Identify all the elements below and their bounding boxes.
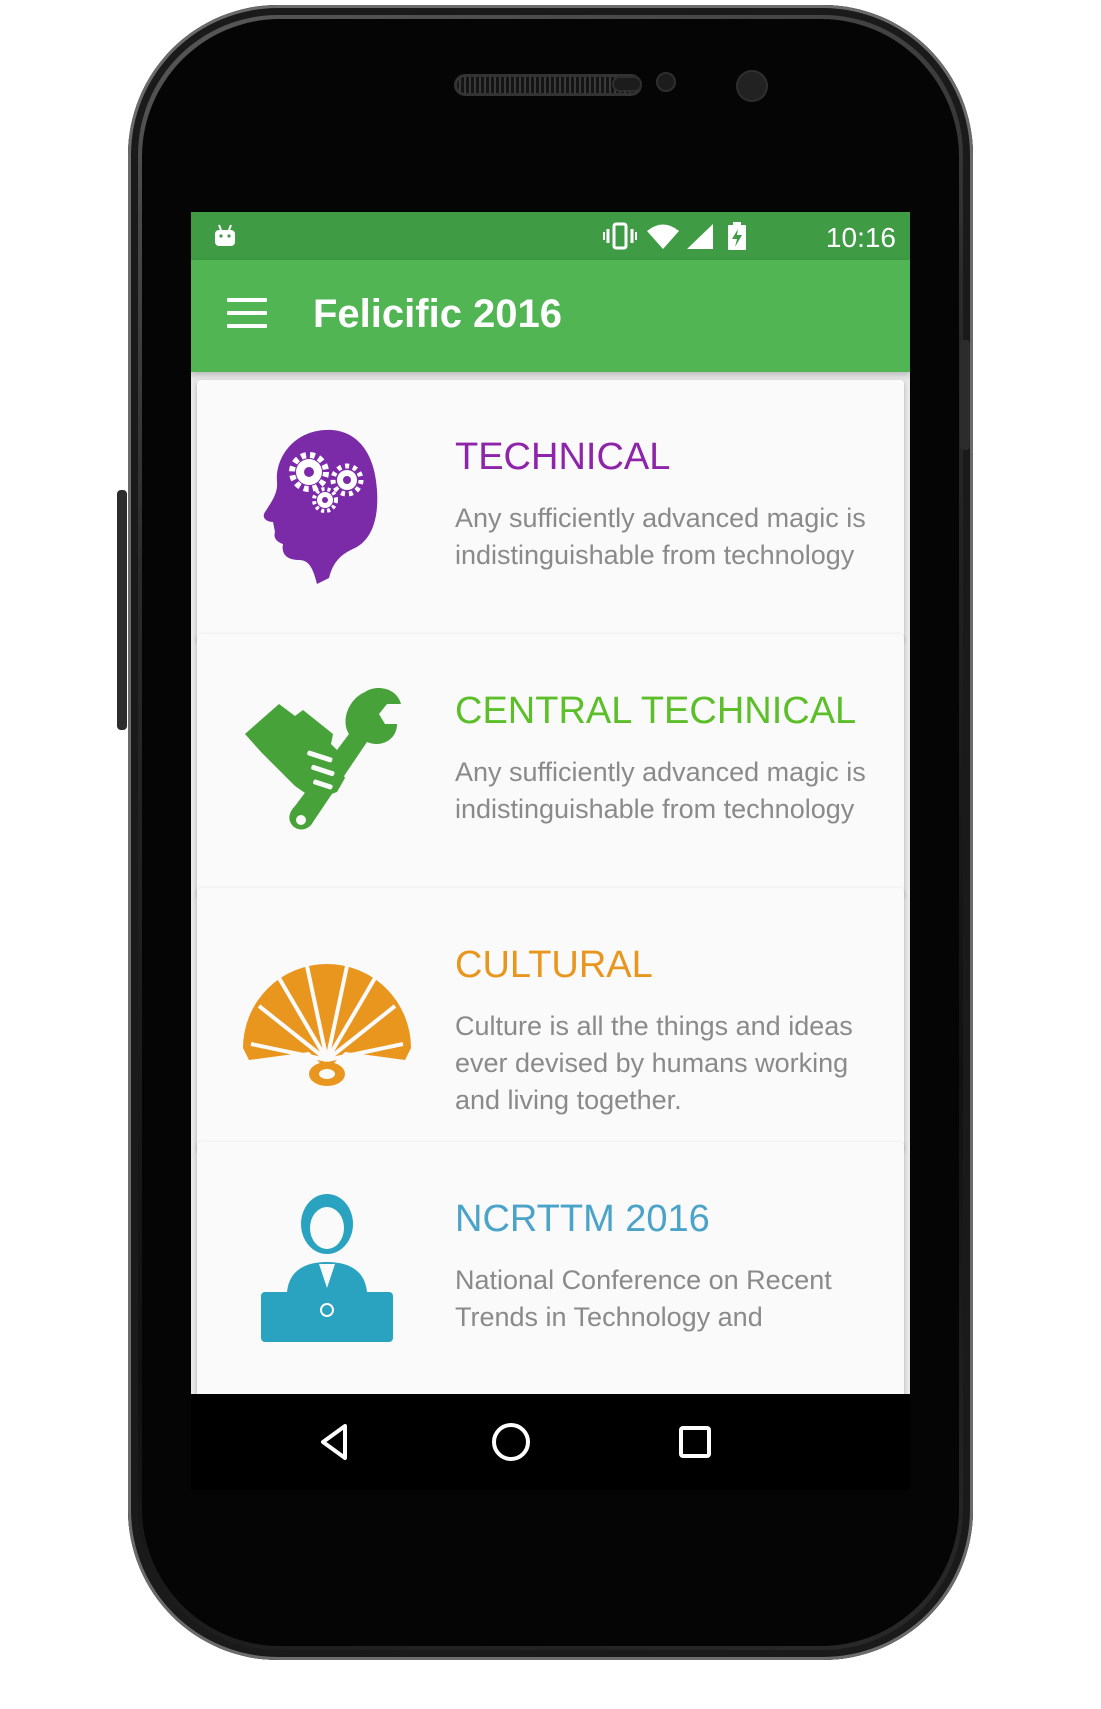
card-technical[interactable]: TECHNICAL Any sufficiently advanced magi… xyxy=(197,380,904,642)
wifi-icon xyxy=(646,222,680,255)
card-title: TECHNICAL xyxy=(455,436,671,478)
card-description: Any sufficiently advanced magic is indis… xyxy=(455,757,866,824)
front-camera xyxy=(736,70,768,102)
card-central-technical[interactable]: CENTRAL TECHNICAL Any sufficiently advan… xyxy=(197,634,904,896)
hand-wrench-icon xyxy=(237,674,417,854)
card-title: NCRTTM 2016 xyxy=(455,1198,710,1240)
status-bar: 10:16 xyxy=(191,212,910,260)
light-sensor xyxy=(656,72,676,92)
status-time: 10:16 xyxy=(825,222,896,253)
volume-button xyxy=(117,490,127,730)
proximity-sensor xyxy=(612,76,642,92)
app-title: Felicific 2016 xyxy=(313,292,563,336)
home-icon[interactable] xyxy=(487,1418,535,1466)
card-ncrttm[interactable]: NCRTTM 2016 National Conference on Recen… xyxy=(197,1142,904,1404)
android-debug-icon xyxy=(213,222,237,253)
cell-signal-icon xyxy=(685,222,715,255)
card-title: CENTRAL TECHNICAL xyxy=(455,690,857,732)
card-cultural[interactable]: CULTURAL Culture is all the things and i… xyxy=(197,888,904,1150)
hand-fan-icon xyxy=(237,928,417,1108)
speaker-podium-icon xyxy=(237,1182,417,1362)
app-bar: Felicific 2016 xyxy=(191,260,910,372)
hamburger-menu-icon[interactable] xyxy=(227,298,267,334)
power-button xyxy=(960,340,970,450)
card-title: CULTURAL xyxy=(455,944,653,986)
brain-gears-icon xyxy=(237,420,417,600)
screen: 10:16 Felicific 2016 TECHNICAL Any suffi… xyxy=(191,212,910,1490)
card-description: Culture is all the things and ideas ever… xyxy=(455,1011,853,1115)
card-description: Any sufficiently advanced magic is indis… xyxy=(455,503,866,570)
vibrate-icon xyxy=(603,222,637,255)
card-description: National Conference on Recent Trends in … xyxy=(455,1265,832,1332)
battery-charging-icon xyxy=(727,222,747,255)
back-icon[interactable] xyxy=(311,1418,359,1466)
recents-icon[interactable] xyxy=(671,1418,719,1466)
navigation-bar xyxy=(191,1394,910,1490)
